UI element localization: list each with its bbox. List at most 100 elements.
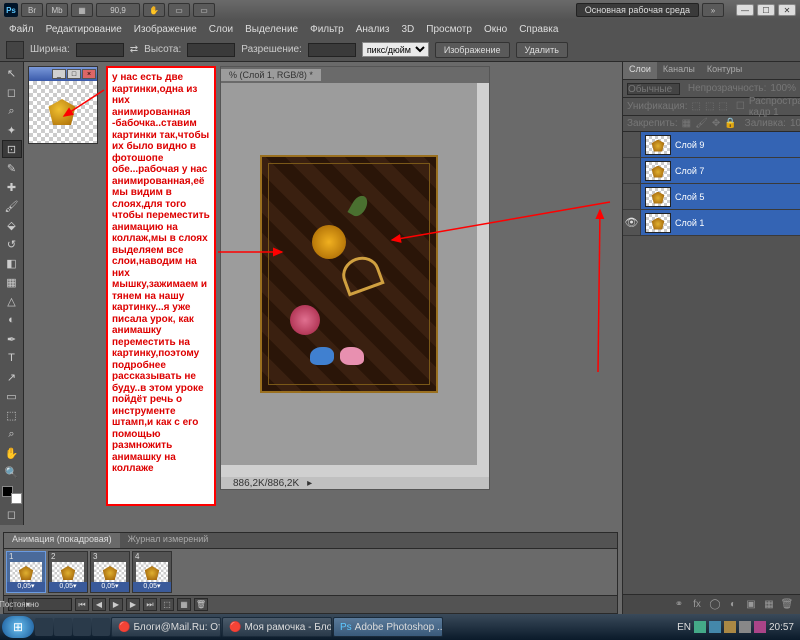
3d-tool-icon[interactable]: ⬚ [2, 406, 22, 424]
3d-cam-icon[interactable]: ⌕ [2, 425, 22, 443]
layer-name[interactable]: Слой 5 [675, 192, 704, 202]
visibility-icon[interactable]: 👁 [623, 210, 641, 235]
scrollbar-v[interactable] [477, 83, 489, 465]
task-button[interactable]: PsAdobe Photoshop ... [333, 617, 443, 637]
prev-frame-icon[interactable]: ◀ [92, 598, 106, 611]
system-tray[interactable]: EN 20:57 [673, 621, 798, 633]
play-icon[interactable]: ▶ [109, 598, 123, 611]
fill-value[interactable]: 100% [790, 118, 800, 129]
quickmask-icon[interactable]: ◻ [2, 505, 22, 523]
zoom-tool-icon[interactable]: 🔍 [2, 463, 22, 481]
tray-icon[interactable] [709, 621, 721, 633]
doc-tab[interactable]: % (Слой 1, RGB/8) * [221, 69, 321, 81]
last-frame-icon[interactable]: ⏭ [143, 598, 157, 611]
loop-select[interactable]: Постоянно ▾ [8, 598, 72, 611]
layer-name[interactable]: Слой 9 [675, 140, 704, 150]
eraser-tool-icon[interactable]: ◧ [2, 254, 22, 272]
layer-thumb[interactable] [645, 187, 671, 207]
color-swatches[interactable] [2, 486, 22, 504]
layer-thumb[interactable] [645, 213, 671, 233]
hand-tool-icon[interactable]: ✋ [2, 444, 22, 462]
max-button[interactable]: ☐ [757, 4, 775, 16]
view-extras-icon[interactable]: ▦ [71, 3, 93, 17]
unify-icon[interactable]: ⬚ [705, 101, 714, 112]
min-button[interactable]: — [736, 4, 754, 16]
crop-tool-icon[interactable]: ⊡ [2, 140, 22, 158]
visibility-icon[interactable] [623, 132, 641, 157]
anim-frame[interactable]: 20,05▾ [48, 551, 88, 593]
menu-help[interactable]: Справка [514, 23, 563, 36]
menu-window[interactable]: Окно [479, 23, 512, 36]
opacity-value[interactable]: 100% [770, 83, 796, 94]
layer-thumb[interactable] [645, 135, 671, 155]
zoom-level[interactable]: 90,9 [96, 3, 140, 17]
max-icon[interactable]: □ [67, 69, 81, 79]
quicklaunch-icon[interactable] [73, 618, 91, 636]
layer-row[interactable]: Слой 5 [623, 184, 800, 210]
layer-row[interactable]: Слой 9 [623, 132, 800, 158]
window-titlebar[interactable]: _ □ × [29, 67, 97, 81]
wand-tool-icon[interactable]: ✦ [2, 121, 22, 139]
tab-paths[interactable]: Контуры [701, 62, 748, 79]
group-icon[interactable]: ▣ [744, 598, 758, 612]
tray-icon[interactable] [694, 621, 706, 633]
workspace-more-icon[interactable]: » [702, 3, 724, 17]
tab-measure[interactable]: Журнал измерений [120, 533, 217, 548]
eyedropper-tool-icon[interactable]: ✎ [2, 159, 22, 177]
br-icon[interactable]: Br [21, 3, 43, 17]
new-layer-icon[interactable]: ▦ [762, 598, 776, 612]
shape-tool-icon[interactable]: ▭ [2, 387, 22, 405]
delete-frame-icon[interactable]: 🗑 [194, 598, 208, 611]
menu-analysis[interactable]: Анализ [351, 23, 395, 36]
lock-pixels-icon[interactable]: ▦ [682, 118, 691, 129]
tab-channels[interactable]: Каналы [657, 62, 701, 79]
lock-all-icon[interactable]: 🔒 [724, 118, 736, 129]
mask-icon[interactable]: ◯ [708, 598, 722, 612]
new-frame-icon[interactable]: ▦ [177, 598, 191, 611]
close-icon[interactable]: × [82, 69, 96, 79]
menu-filter[interactable]: Фильтр [305, 23, 349, 36]
menu-image[interactable]: Изображение [129, 23, 202, 36]
visibility-icon[interactable] [623, 158, 641, 183]
anim-frame[interactable]: 40,05▾ [132, 551, 172, 593]
mb-icon[interactable]: Mb [46, 3, 68, 17]
tab-animation[interactable]: Анимация (покадровая) [4, 533, 120, 548]
layer-thumb[interactable] [645, 161, 671, 181]
clock[interactable]: 20:57 [769, 622, 794, 633]
blur-tool-icon[interactable]: △ [2, 292, 22, 310]
heal-tool-icon[interactable]: ✚ [2, 178, 22, 196]
screen-mode-icon[interactable]: ▭ [193, 3, 215, 17]
brush-tool-icon[interactable]: 🖌 [2, 197, 22, 215]
hand-icon[interactable]: ✋ [143, 3, 165, 17]
swap-icon[interactable]: ⇄ [130, 44, 138, 55]
close-button[interactable]: ✕ [778, 4, 796, 16]
menu-view[interactable]: Просмотр [421, 23, 477, 36]
width-input[interactable] [76, 43, 124, 57]
lock-paint-icon[interactable]: 🖌 [695, 118, 708, 129]
marquee-tool-icon[interactable]: ◻ [2, 83, 22, 101]
canvas[interactable] [221, 83, 477, 465]
menu-layer[interactable]: Слои [204, 23, 238, 36]
trash-icon[interactable]: 🗑 [780, 598, 794, 612]
clear-button[interactable]: Удалить [516, 42, 568, 58]
frame-delay[interactable]: 0,05▾ [7, 582, 45, 592]
task-button[interactable]: 🔴Моя рамочка - Бло... [222, 617, 332, 637]
fx-icon[interactable]: fx [690, 598, 704, 612]
anim-frame[interactable]: 30,05▾ [90, 551, 130, 593]
tween-icon[interactable]: ⬚ [160, 598, 174, 611]
crop-tool-icon[interactable] [6, 41, 24, 59]
quicklaunch-icon[interactable] [35, 618, 53, 636]
menu-select[interactable]: Выделение [240, 23, 303, 36]
first-frame-icon[interactable]: ⏮ [75, 598, 89, 611]
menu-file[interactable]: Файл [4, 23, 39, 36]
frame-delay[interactable]: 0,05▾ [133, 582, 171, 592]
history-brush-icon[interactable]: ↺ [2, 235, 22, 253]
task-button[interactable]: 🔴Блоги@Mail.Ru: От... [111, 617, 221, 637]
type-tool-icon[interactable]: T [2, 349, 22, 367]
lang-indicator[interactable]: EN [677, 622, 691, 633]
visibility-icon[interactable] [623, 184, 641, 209]
front-image-button[interactable]: Изображение [435, 42, 510, 58]
layer-row[interactable]: Слой 7 [623, 158, 800, 184]
lock-move-icon[interactable]: ✥ [712, 118, 720, 129]
unify-icon[interactable]: ⬚ [718, 101, 727, 112]
